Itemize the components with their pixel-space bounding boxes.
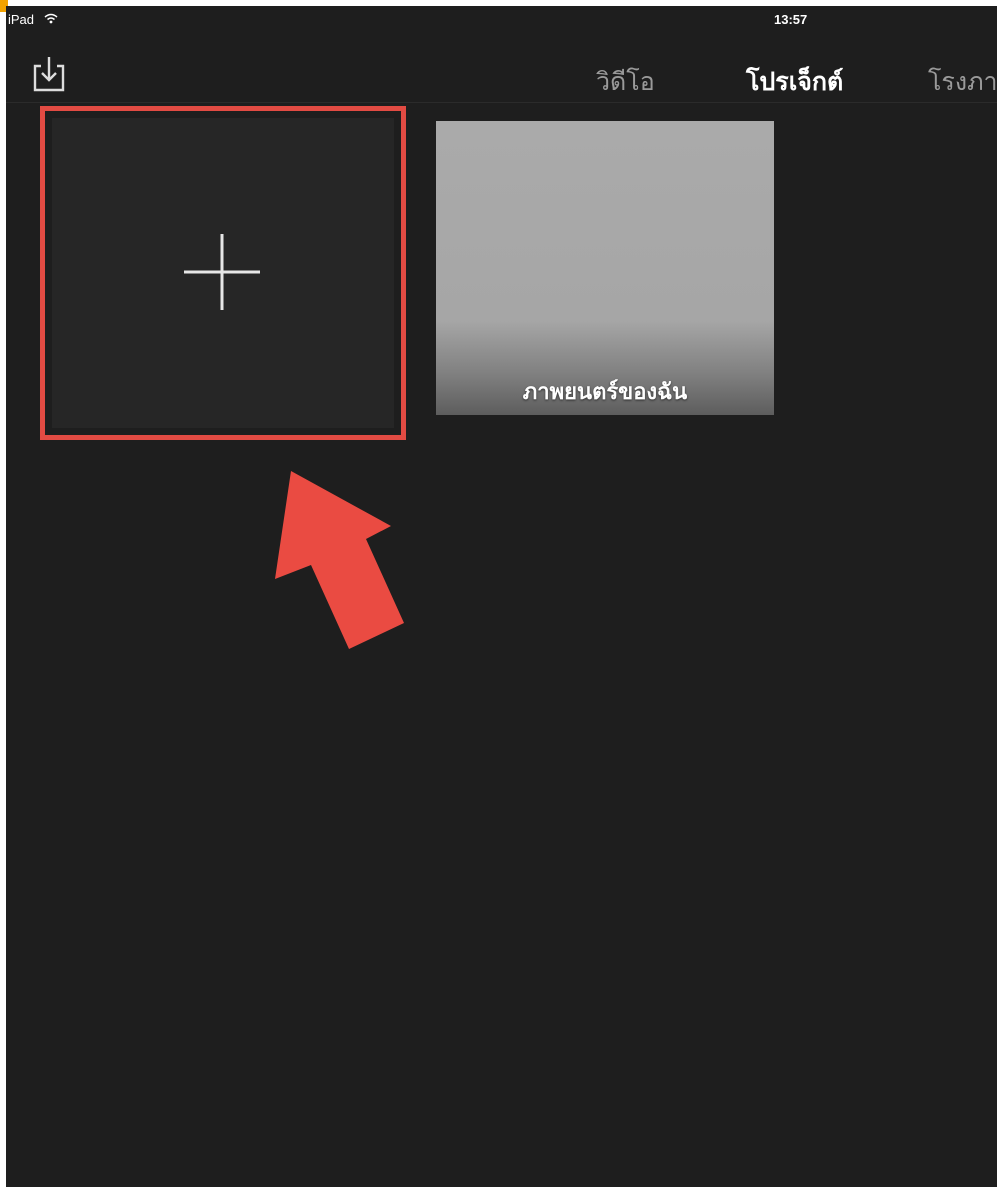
project-title: ภาพยนตร์ของฉัน [522, 380, 688, 405]
status-bar: iPad 13:57 [6, 6, 997, 32]
new-project-button[interactable] [52, 118, 394, 428]
wifi-icon [44, 13, 58, 24]
top-nav-bar: วิดีโอ โปรเจ็กต์ โรงภา [6, 32, 997, 103]
plus-icon [184, 234, 260, 310]
device-name: iPad [8, 12, 35, 27]
new-project-highlight[interactable] [40, 106, 406, 440]
tab-projects[interactable]: โปรเจ็กต์ [746, 62, 843, 102]
tab-theater[interactable]: โรงภา [928, 62, 997, 102]
import-icon[interactable] [30, 52, 68, 94]
app-screen: iPad 13:57 วิดีโอ โปรเจ็กต์ โรงภา ภาพยนต… [6, 6, 997, 1187]
tab-videos[interactable]: วิดีโอ [596, 62, 655, 102]
status-time: 13:57 [774, 12, 808, 27]
project-card[interactable]: ภาพยนตร์ของฉัน [436, 121, 774, 415]
red-arrow-icon [275, 471, 404, 649]
